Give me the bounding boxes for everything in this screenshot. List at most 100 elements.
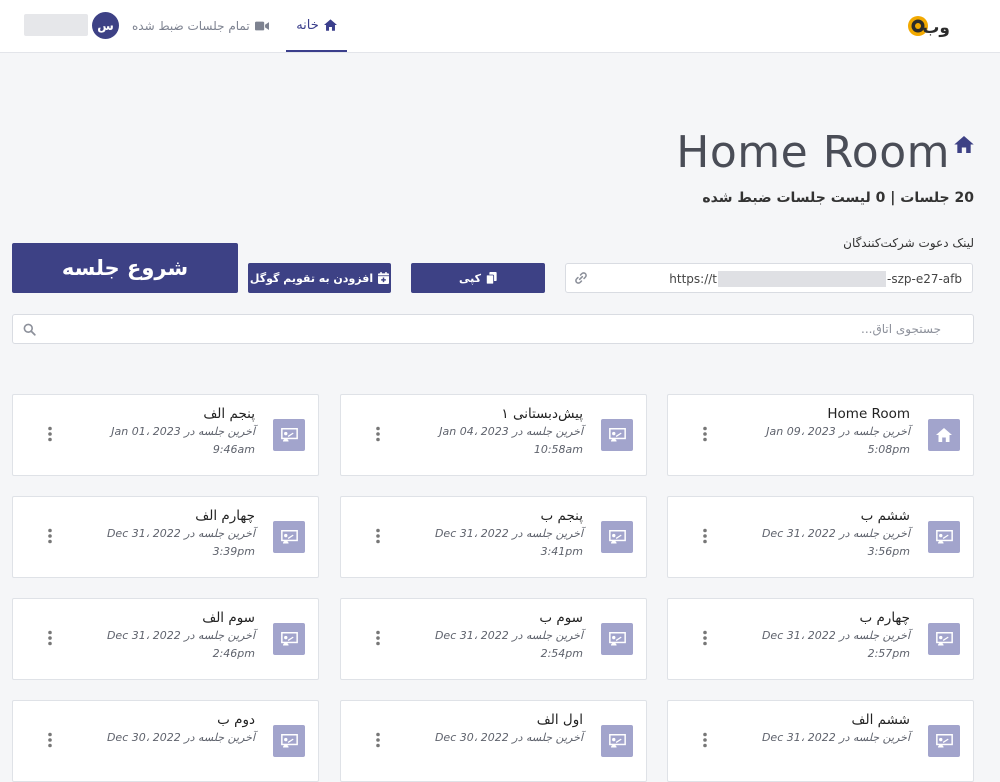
room-card[interactable]: دوم ب آخرین جلسه در Dec 30، 2022 [12,700,319,782]
room-card-name: چهارم ب [859,610,910,626]
room-card[interactable]: پنجم الف آخرین جلسه در Jan 01، 2023 9:46… [12,394,319,476]
more-options-icon[interactable] [702,732,708,748]
room-card-time: 2:46pm [212,647,255,660]
room-card-text: چهارم الف آخرین جلسه در Dec 31، 2022 3:3… [107,507,255,561]
copy-label: کپی [458,271,482,285]
logo[interactable]: وب [906,12,952,40]
more-options-icon[interactable] [47,732,53,748]
presentation-icon [608,632,626,646]
home-icon [323,19,337,31]
invite-url-suffix: -szp-e27-afb [886,271,962,286]
user-name[interactable] [24,14,88,36]
presentation-icon [608,734,626,748]
room-card[interactable]: ششم ب آخرین جلسه در Dec 31، 2022 3:56pm [667,496,974,578]
room-card-time: 2:54pm [540,647,583,660]
home-icon [936,428,952,442]
add-to-google-calendar-button[interactable]: افزودن به تقویم گوگل [248,263,391,293]
presentation-icon [280,632,298,646]
logo-icon: وب [908,16,950,38]
room-card-icon [273,521,305,553]
room-card-icon [928,419,960,451]
room-card-text: دوم ب آخرین جلسه در Dec 30، 2022 [107,711,255,747]
more-options-icon[interactable] [375,426,381,442]
presentation-icon [935,530,953,544]
invite-link-label: لینک دعوت شرکت‌کنندگان [843,236,974,250]
room-card-name: ششم ب [860,508,910,524]
room-card-last-session: آخرین جلسه در Dec 31، 2022 [761,527,910,540]
room-card-last-session: آخرین جلسه در Dec 31، 2022 [761,629,910,642]
more-options-icon[interactable] [47,426,53,442]
more-options-icon[interactable] [47,630,53,646]
room-card-last-session: آخرین جلسه در Dec 30، 2022 [106,731,255,744]
room-card-text: سوم الف آخرین جلسه در Dec 31، 2022 2:46p… [107,609,255,663]
room-card[interactable]: سوم ب آخرین جلسه در Dec 31، 2022 2:54pm [340,598,647,680]
room-card-name: سوم ب [539,610,583,626]
start-session-label: شروع جلسه [61,256,189,280]
room-card-last-session: آخرین جلسه در Jan 04، 2023 [439,425,583,438]
room-card-name: چهارم الف [195,508,255,524]
room-card-text: ششم الف آخرین جلسه در Dec 31، 2022 [762,711,910,747]
video-camera-icon [254,21,269,31]
room-card[interactable]: چهارم ب آخرین جلسه در Dec 31، 2022 2:57p… [667,598,974,680]
nav-home-tab[interactable]: خانه [286,0,347,52]
room-card-name: Home Room [827,406,910,422]
room-card-last-session: آخرین جلسه در Dec 31، 2022 [434,527,583,540]
room-card-last-session: آخرین جلسه در Dec 30، 2022 [434,731,583,744]
room-card[interactable]: اول الف آخرین جلسه در Dec 30، 2022 [340,700,647,782]
room-card-name: دوم ب [217,712,255,728]
more-options-icon[interactable] [375,630,381,646]
more-options-icon[interactable] [702,630,708,646]
more-options-icon[interactable] [375,732,381,748]
presentation-icon [935,632,953,646]
room-card[interactable]: پنجم ب آخرین جلسه در Dec 31، 2022 3:41pm [340,496,647,578]
start-session-button[interactable]: شروع جلسه [12,243,238,293]
room-search-input[interactable]: جستجوی اتاق... [12,314,974,344]
room-card-text: پنجم الف آخرین جلسه در Jan 01، 2023 9:46… [111,405,255,459]
presentation-icon [935,734,953,748]
room-card-name: ششم الف [851,712,910,728]
room-card-last-session: آخرین جلسه در Jan 09، 2023 [766,425,910,438]
room-card-time: 5:08pm [867,443,910,456]
more-options-icon[interactable] [702,528,708,544]
room-card[interactable]: سوم الف آخرین جلسه در Dec 31، 2022 2:46p… [12,598,319,680]
room-card-name: پنجم ب [540,508,583,524]
copy-button[interactable]: کپی [411,263,545,293]
more-options-icon[interactable] [702,426,708,442]
room-card-last-session: آخرین جلسه در Jan 01، 2023 [111,425,255,438]
nav-recordings-label: تمام جلسات ضبط شده [132,19,250,33]
room-card-icon [601,521,633,553]
room-card-last-session: آخرین جلسه در Dec 31، 2022 [434,629,583,642]
room-card-text: ششم ب آخرین جلسه در Dec 31، 2022 3:56pm [762,507,910,561]
room-card-last-session: آخرین جلسه در Dec 31، 2022 [106,527,255,540]
calendar-plus-icon [378,272,390,284]
room-card-last-session: آخرین جلسه در Dec 31، 2022 [106,629,255,642]
room-card[interactable]: ششم الف آخرین جلسه در Dec 31، 2022 [667,700,974,782]
room-title: Home Room [676,127,950,178]
room-card-icon [928,521,960,553]
room-card-name: پنجم الف [203,406,255,422]
nav-home-label: خانه [296,17,319,33]
nav-recordings-tab[interactable]: تمام جلسات ضبط شده [132,0,269,52]
room-card-name: اول الف [536,712,583,728]
calendar-label: افزودن به تقویم گوگل [249,271,374,285]
presentation-icon [280,530,298,544]
invite-url-prefix: https://t [669,271,717,286]
room-card-icon [273,419,305,451]
more-options-icon[interactable] [47,528,53,544]
room-card-icon [601,725,633,757]
room-card-icon [601,419,633,451]
room-card[interactable]: Home Room آخرین جلسه در Jan 09، 2023 5:0… [667,394,974,476]
room-card-time: 3:41pm [540,545,583,558]
search-placeholder: جستجوی اتاق... [861,322,941,336]
room-card[interactable]: چهارم الف آخرین جلسه در Dec 31، 2022 3:3… [12,496,319,578]
user-avatar[interactable]: س [92,12,119,39]
room-card[interactable]: پیش‌دبستانی ۱ آخرین جلسه در Jan 04، 2023… [340,394,647,476]
logo-text: وب [922,18,950,38]
more-options-icon[interactable] [375,528,381,544]
room-card-time: 10:58am [533,443,583,456]
invite-link-field[interactable]: https://t -szp-e27-afb [565,263,973,293]
room-card-text: چهارم ب آخرین جلسه در Dec 31، 2022 2:57p… [762,609,910,663]
room-card-text: اول الف آخرین جلسه در Dec 30، 2022 [435,711,583,747]
room-home-icon [954,136,974,153]
top-navbar: وب خانه تمام جلسات ضبط شده س [0,0,1000,53]
